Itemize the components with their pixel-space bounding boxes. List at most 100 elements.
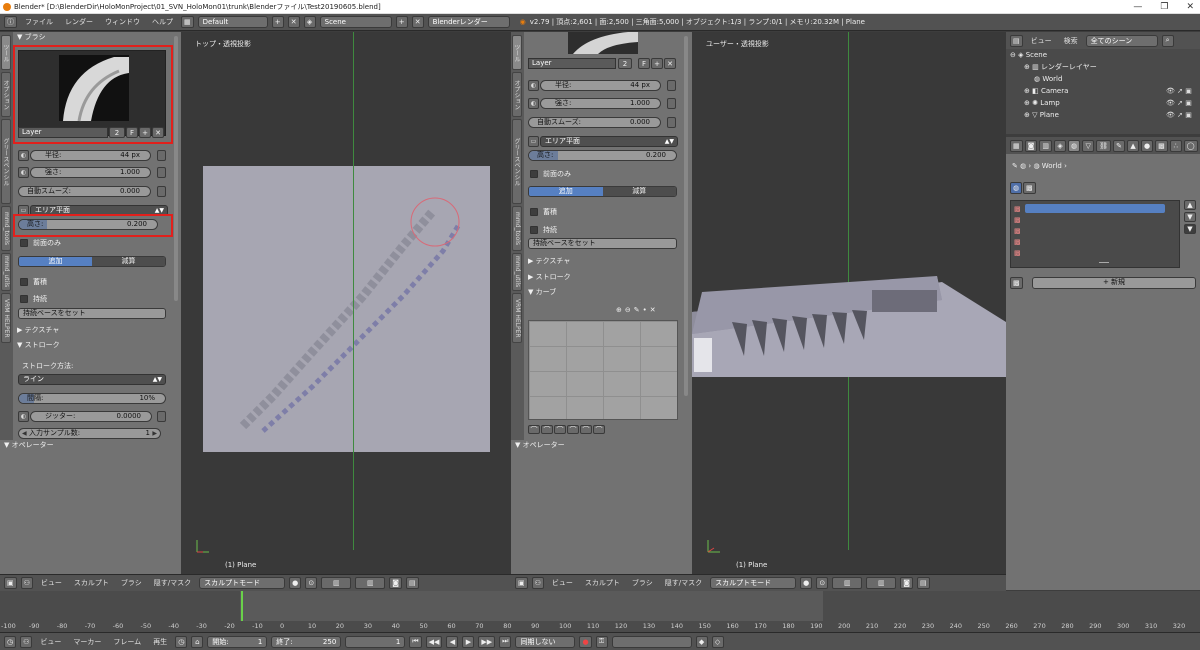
mid-front-only-checkbox[interactable] — [530, 170, 538, 178]
mid-unlink-brush-button[interactable]: ✕ — [664, 58, 676, 69]
render-preview-icon[interactable]: ◙ — [389, 577, 403, 589]
scene-add-icon[interactable]: + — [395, 16, 408, 28]
radius-slider[interactable]: 半径: 44 px — [30, 150, 151, 161]
timeline-menu-view[interactable]: ビュー — [36, 637, 65, 647]
start-frame-field[interactable]: 開始: 1 — [207, 635, 268, 648]
snapshot-icon[interactable]: ▤ — [406, 577, 419, 589]
subtract-button[interactable]: 減算 — [92, 257, 165, 266]
outliner-menu-view[interactable]: ビュー — [1027, 36, 1056, 46]
menu-sculpt[interactable]: スカルプト — [70, 578, 113, 588]
outliner-item-camera[interactable]: ⊕ ◧ Camera — [1024, 85, 1068, 97]
list-resize-handle[interactable] — [1099, 262, 1109, 263]
jump-start-icon[interactable]: ⏮ — [409, 635, 422, 648]
outliner-item-plane[interactable]: ⊕ ▽ Plane — [1024, 109, 1059, 121]
radius-unit-icon[interactable]: ◐ — [18, 150, 29, 161]
mid-tab-mmd-utils[interactable]: mmd_utils — [512, 253, 522, 291]
timeline-menu-icon[interactable]: ⚇ — [20, 635, 33, 648]
r-mode-dropdown[interactable]: スカルプトモード — [710, 577, 797, 589]
plane-visibility-icons[interactable]: 👁 ➚ ▣ — [1166, 109, 1192, 121]
info-editor-icon[interactable]: ⓘ — [4, 16, 17, 28]
r-layers-left-icon[interactable]: ▥ — [832, 577, 863, 589]
spacing-slider[interactable]: 間隔: 10% — [18, 393, 166, 404]
tab-material-icon[interactable]: ● — [1141, 139, 1154, 152]
layout-dropdown[interactable]: Default — [197, 16, 268, 28]
menu-window[interactable]: ウィンドウ — [101, 17, 144, 27]
r-render-preview-icon[interactable]: ◙ — [900, 577, 914, 589]
keying-set-field[interactable] — [611, 635, 692, 648]
tab-constraints-icon[interactable]: ⛓ — [1096, 139, 1112, 152]
mid-autosmooth-slider[interactable]: 自動スムーズ: 0.000 — [528, 117, 661, 128]
timeline-menu-playback[interactable]: 再生 — [149, 637, 171, 647]
preset-linear-icon[interactable]: ⌒ — [580, 425, 592, 434]
outliner-item-scene[interactable]: ⊖ ◈ Scene — [1010, 49, 1047, 61]
r-menu-hide-mask[interactable]: 隠す/マスク — [661, 578, 706, 588]
preset-sharp-icon[interactable]: ⌒ — [567, 425, 579, 434]
timeline-area[interactable]: -100 -90 -80 -70 -60 -50 -40 -30 -20 -10 0 10 20 30 40… — [0, 591, 1200, 632]
minimize-button[interactable]: — — [1133, 0, 1142, 14]
r-menu-toggle-icon[interactable]: ⚇ — [531, 577, 544, 589]
scene-icon[interactable]: ◈ — [303, 16, 316, 28]
outliner-search-icon[interactable]: ⌕ — [1161, 34, 1174, 47]
mid-tool-shelf-scrollbar[interactable] — [684, 36, 688, 396]
tab-mmd-utils[interactable]: mmd_utils — [1, 253, 11, 291]
input-samples-field[interactable]: ◀ 入力サンプル数: 1 ▶ — [18, 428, 161, 439]
r-editor-type-icon[interactable]: ▣ — [515, 577, 528, 589]
menu-view[interactable]: ビュー — [37, 578, 66, 588]
texture-panel-header[interactable]: ▶ テクスチャ — [17, 325, 59, 336]
tab-texture-icon[interactable]: ▩ — [1155, 139, 1168, 152]
tab-options[interactable]: オプション — [1, 72, 11, 117]
mid-add-button[interactable]: 追加 — [529, 187, 603, 196]
current-frame-marker[interactable] — [241, 591, 243, 621]
slot-menu-icon[interactable]: ▼ — [1184, 224, 1196, 234]
world-texture-toggle-icon[interactable]: ◍ — [1010, 182, 1023, 194]
mid-new-brush-button[interactable]: + — [651, 58, 663, 69]
close-button[interactable]: ✕ — [1186, 0, 1194, 14]
preview-range-icon[interactable]: ◷ — [175, 635, 188, 648]
slot-up-icon[interactable]: ▲ — [1184, 200, 1196, 210]
timeline-editor-icon[interactable]: ◷ — [4, 635, 17, 648]
strength-pressure-icon[interactable] — [157, 167, 166, 178]
other-texture-toggle-icon[interactable]: ▩ — [1023, 182, 1036, 194]
viewport-left[interactable]: トップ・透視投影 (1) Plane — [181, 32, 511, 574]
strength-slider[interactable]: 強さ: 1.000 — [30, 167, 151, 178]
texture-slot-list[interactable]: ▩ ▩ ▩ ▩ ▩ — [1010, 200, 1180, 268]
jitter-lock-icon[interactable]: ◐ — [18, 411, 29, 422]
outliner-item-world[interactable]: ◍ World — [1034, 73, 1062, 85]
outliner-item-lamp[interactable]: ⊕ ✺ Lamp — [1024, 97, 1060, 109]
delete-key-icon[interactable]: ◇ — [711, 635, 724, 648]
curve-panel-header[interactable]: ▼ カーブ — [528, 287, 556, 298]
menu-render[interactable]: レンダー — [61, 17, 97, 27]
play-icon[interactable]: ▶ — [462, 635, 475, 648]
preset-root-icon[interactable]: ⌒ — [554, 425, 566, 434]
jitter-pressure-icon[interactable] — [157, 411, 166, 422]
brush-panel-header[interactable]: ▼ ブラシ — [17, 32, 45, 43]
mid-brush-preview[interactable] — [568, 32, 638, 54]
menu-file[interactable]: ファイル — [21, 17, 57, 27]
mid-subtract-button[interactable]: 減算 — [602, 187, 676, 196]
radius-pressure-icon[interactable] — [157, 150, 166, 161]
r-menu-brush[interactable]: ブラシ — [628, 578, 657, 588]
mid-tab-tools[interactable]: ツール — [512, 35, 522, 70]
stroke-panel-header[interactable]: ▼ ストローク — [17, 340, 60, 351]
prev-key-icon[interactable]: ◀◀ — [425, 635, 443, 648]
sync-dropdown[interactable]: 同期しない — [515, 635, 576, 648]
mid-autosmooth-pressure-icon[interactable] — [667, 117, 676, 128]
mid-persistent-checkbox[interactable] — [530, 226, 538, 234]
viewport-right[interactable]: ユーザー・透視投影 (1) Plane — [692, 32, 1006, 574]
maximize-button[interactable]: ❐ — [1160, 0, 1168, 14]
tab-mmd-tools[interactable]: mmd_tools — [1, 206, 11, 251]
mid-strength-pressure-icon[interactable] — [667, 98, 676, 109]
accumulate-checkbox[interactable] — [20, 278, 28, 286]
mid-strength-unit-icon[interactable]: ◐ — [528, 98, 539, 109]
layers-right-icon[interactable]: ▥ — [355, 577, 386, 589]
tab-object-icon[interactable]: ▽ — [1082, 139, 1095, 152]
operator-header-mid[interactable]: ▼ オペレーター — [515, 440, 565, 451]
texture-type-icon[interactable]: ▩ — [1010, 277, 1023, 289]
autosmooth-slider[interactable]: 自動スムーズ: 0.000 — [18, 186, 151, 197]
mid-radius-slider[interactable]: 半径: 44 px — [540, 80, 661, 91]
menu-hide-mask[interactable]: 隠す/マスク — [150, 578, 195, 588]
r-shading-icon[interactable]: ● — [800, 577, 813, 589]
record-icon[interactable]: ● — [579, 635, 592, 648]
tab-data-icon[interactable]: ▲ — [1127, 139, 1140, 152]
mid-texture-header[interactable]: ▶ テクスチャ — [528, 256, 570, 267]
